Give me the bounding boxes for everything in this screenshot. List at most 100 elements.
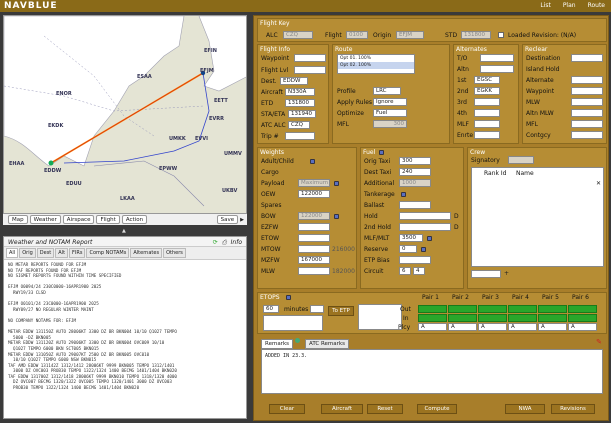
nwa-button[interactable]: NWA — [505, 404, 545, 414]
aircraft-field[interactable]: N330A — [285, 88, 315, 96]
trip-field[interactable] — [285, 132, 315, 140]
mfl-field[interactable]: 300 — [373, 120, 407, 128]
bow-field[interactable]: 122000 — [298, 212, 330, 220]
signatory-field[interactable] — [508, 156, 534, 164]
flight-button[interactable]: Flight — [96, 215, 120, 224]
save-button[interactable]: Save — [216, 215, 239, 224]
pair-in-field[interactable] — [538, 314, 567, 322]
additional-field[interactable]: 1000 — [399, 179, 431, 187]
etops-extra-field[interactable] — [310, 305, 324, 313]
reclear-mlw-field[interactable] — [571, 98, 603, 106]
airspace-button[interactable]: Airspace — [62, 215, 95, 224]
profile-select[interactable]: LRC — [373, 87, 401, 95]
reclear-destination-field[interactable] — [571, 54, 603, 62]
remarks-textarea[interactable]: ADDED IN 23.3. — [261, 349, 603, 394]
help-icon[interactable] — [286, 295, 291, 300]
circuit-field-2[interactable]: 4 — [413, 267, 425, 275]
pair-out-field[interactable] — [568, 305, 597, 313]
scroll-right-icon[interactable]: ▶ — [240, 217, 244, 223]
altn-field[interactable] — [480, 65, 514, 73]
etow-field[interactable] — [298, 234, 330, 242]
help-icon[interactable] — [334, 214, 339, 219]
pair-in-field[interactable] — [508, 314, 537, 322]
enroute-field[interactable] — [474, 131, 500, 139]
reclear-waypoint-field[interactable] — [571, 87, 603, 95]
ballast-field[interactable] — [399, 201, 431, 209]
route-option[interactable]: Opt 01. 100% — [338, 55, 414, 62]
tab-atc-remarks[interactable]: ATC Remarks — [305, 339, 349, 349]
edit-icon[interactable]: ✎ — [596, 338, 602, 346]
mtow-field[interactable] — [298, 245, 330, 253]
compute-button[interactable]: Compute — [417, 404, 457, 414]
altn-mlw-field[interactable] — [571, 109, 603, 117]
route-map[interactable]: EFIN ESAA ENOR EFJM EETT EKDK EVRR UMKK … — [3, 15, 247, 225]
etops-minutes-field[interactable]: 60 — [263, 305, 279, 313]
tab-orig[interactable]: Orig — [19, 248, 36, 258]
oew-field[interactable]: 122000 — [298, 190, 330, 198]
contingency-field[interactable] — [571, 131, 603, 139]
flight-number-field[interactable]: 0100 — [346, 31, 368, 39]
tab-others[interactable]: Others — [163, 248, 186, 258]
pair-in-field[interactable] — [568, 314, 597, 322]
nav-plan-link[interactable]: Plan — [563, 2, 576, 9]
pair-plcy-select[interactable]: A — [538, 323, 567, 331]
pair-plcy-select[interactable]: A — [478, 323, 507, 331]
pair-in-field[interactable] — [448, 314, 477, 322]
origin-field[interactable]: EFJM — [396, 31, 424, 39]
tab-alternates[interactable]: Alternates — [130, 248, 163, 258]
route-list[interactable]: Opt 01. 100% Opt 02. 100% — [337, 54, 415, 74]
pair-out-field[interactable] — [478, 305, 507, 313]
aircraft-button[interactable]: Aircraft — [321, 404, 363, 414]
std-field[interactable]: 131800 — [461, 31, 491, 39]
hold-field[interactable] — [399, 212, 451, 220]
etops-list[interactable] — [263, 315, 323, 331]
to-etp-button[interactable]: To ETP — [328, 306, 354, 316]
etp-bias-field[interactable] — [399, 256, 431, 264]
help-icon[interactable] — [310, 159, 315, 164]
payload-field[interactable]: Maximum — [298, 179, 330, 187]
revisions-button[interactable]: Revisions — [551, 404, 595, 414]
sta-eta-field[interactable]: 131940 — [288, 110, 316, 118]
pair-out-field[interactable] — [448, 305, 477, 313]
crew-rank-select[interactable] — [471, 270, 501, 278]
reset-button[interactable]: Reset — [367, 404, 403, 414]
info-button[interactable]: Info — [231, 239, 242, 247]
crew-table[interactable]: Rank Id Name ✕ — [471, 167, 604, 267]
help-icon[interactable] — [421, 247, 426, 252]
alt1-field[interactable]: EGSC — [474, 76, 500, 84]
help-icon[interactable] — [379, 150, 384, 155]
print-icon[interactable]: ⎙ — [222, 239, 227, 247]
map-button[interactable]: Map — [8, 215, 28, 224]
tab-alt[interactable]: Alt — [55, 248, 69, 258]
reserve-field[interactable]: 0 — [399, 245, 417, 253]
pair-plcy-select[interactable]: A — [448, 323, 477, 331]
tab-dest[interactable]: Dest — [36, 248, 55, 258]
tab-remarks[interactable]: Remarks — [261, 339, 293, 349]
second-hold-field[interactable] — [399, 223, 451, 231]
reclear-mfl-field[interactable] — [571, 120, 603, 128]
waypoint-field[interactable] — [294, 54, 326, 62]
mlf-field[interactable] — [474, 120, 500, 128]
nav-route-link[interactable]: Route — [588, 2, 605, 9]
close-icon[interactable]: ✕ — [596, 180, 601, 187]
alt3-field[interactable] — [474, 98, 500, 106]
flight-level-field[interactable] — [294, 66, 326, 74]
alt4-field[interactable] — [474, 109, 500, 117]
loaded-revision-checkbox[interactable] — [498, 32, 504, 38]
mlf-mlt-field[interactable]: 3500 — [399, 234, 423, 242]
orig-taxi-field[interactable]: 300 — [399, 157, 431, 165]
atc-alc-field[interactable]: CZQ — [288, 121, 310, 129]
tab-comp-notams[interactable]: Comp NOTAMs — [86, 248, 130, 258]
mlw-field[interactable] — [298, 267, 330, 275]
help-icon[interactable] — [401, 192, 406, 197]
pair-plcy-select[interactable]: A — [568, 323, 597, 331]
etd-field[interactable]: 131800 — [285, 99, 315, 107]
pair-plcy-select[interactable]: A — [418, 323, 447, 331]
dest-taxi-field[interactable]: 240 — [399, 168, 431, 176]
collapse-up-icon[interactable]: ▲ — [122, 228, 126, 234]
refresh-icon[interactable]: ⟳ — [213, 239, 218, 247]
tab-firs[interactable]: FIRs — [69, 248, 86, 258]
tab-all[interactable]: All — [6, 248, 19, 258]
dest-field[interactable]: EDDW — [280, 77, 308, 85]
etop-airport-list[interactable] — [358, 304, 402, 330]
